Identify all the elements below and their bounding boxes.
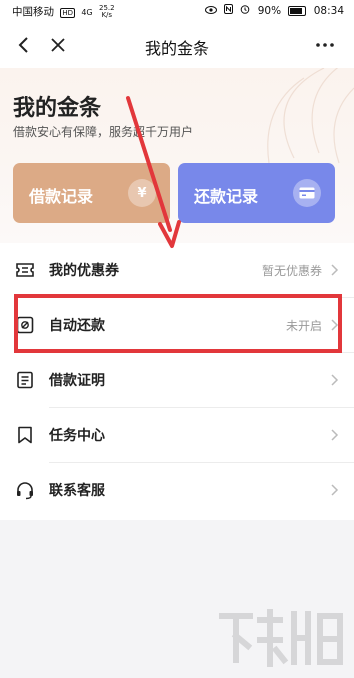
battery-percent: 90%: [257, 5, 282, 17]
borrow-records-card[interactable]: 借款记录 ¥: [13, 163, 170, 223]
menu-item-label: 联系客服: [49, 483, 105, 499]
borrow-records-label: 借款记录: [29, 187, 94, 206]
hero-subtitle: 借款安心有保障，服务超千万用户: [13, 125, 194, 139]
eye-icon: [204, 5, 220, 17]
alarm-icon: [240, 5, 253, 17]
leaf-decoration-icon: [267, 68, 354, 164]
coupon-icon: [16, 263, 34, 277]
nfc-icon: [224, 4, 236, 17]
more-button[interactable]: [314, 34, 336, 56]
yuan-icon: ¥: [128, 179, 156, 207]
bookmark-icon: [18, 426, 32, 444]
document-icon: [17, 371, 33, 389]
menu-item-customer-service[interactable]: 联系客服: [0, 463, 354, 518]
hero-title: 我的金条: [13, 96, 102, 121]
clock-time: 08:34: [313, 5, 344, 17]
menu-list: 我的优惠券 暂无优惠券 自动还款 未开启 借款证明 任务中心 联系客服: [0, 243, 354, 520]
hero-section: 我的金条 借款安心有保障，服务超千万用户 借款记录 ¥ 还款记录: [0, 68, 354, 243]
watermark-logo-icon: [219, 609, 343, 667]
network-speed: 25.2 K/s: [99, 5, 115, 19]
carrier-name: 中国移动: [12, 6, 54, 18]
chevron-right-icon: [331, 429, 339, 441]
battery-icon: [288, 6, 307, 16]
menu-item-task-center[interactable]: 任务中心: [0, 408, 354, 463]
page-title: 我的金条: [144, 39, 209, 58]
repay-records-card[interactable]: 还款记录: [178, 163, 335, 223]
chevron-right-icon: [331, 484, 339, 496]
menu-item-label: 任务中心: [49, 428, 105, 444]
more-dots-icon: [316, 43, 334, 47]
headset-icon: [17, 482, 33, 500]
menu-item-label: 借款证明: [49, 373, 105, 389]
card-icon: [293, 179, 321, 207]
menu-item-coupons[interactable]: 我的优惠券 暂无优惠券: [0, 243, 354, 298]
yuan-glyph: ¥: [137, 185, 147, 201]
menu-item-auto-repay[interactable]: 自动还款 未开启: [0, 298, 354, 353]
chevron-right-icon: [331, 264, 339, 276]
speed-unit: K/s: [101, 11, 113, 19]
menu-item-loan-certificate[interactable]: 借款证明: [0, 353, 354, 408]
auto-repay-icon: [16, 316, 34, 334]
menu-item-status: 暂无优惠券: [261, 264, 322, 278]
chevron-right-icon: [331, 374, 339, 386]
menu-item-status: 未开启: [285, 319, 322, 333]
hd-badge: HD: [60, 8, 75, 18]
nav-bar: 我的金条: [0, 22, 354, 68]
menu-item-label: 我的优惠券: [49, 263, 119, 279]
status-bar: 中国移动 HD 4G 25.2 K/s 90% 08:34: [0, 0, 354, 22]
network-type: 4G: [81, 8, 93, 17]
chevron-right-icon: [331, 319, 339, 331]
repay-records-label: 还款记录: [194, 187, 259, 206]
menu-item-label: 自动还款: [49, 318, 105, 334]
status-bar-left: 中国移动 HD 4G 25.2 K/s: [12, 4, 118, 19]
status-bar-right: 90% 08:34: [201, 4, 344, 17]
